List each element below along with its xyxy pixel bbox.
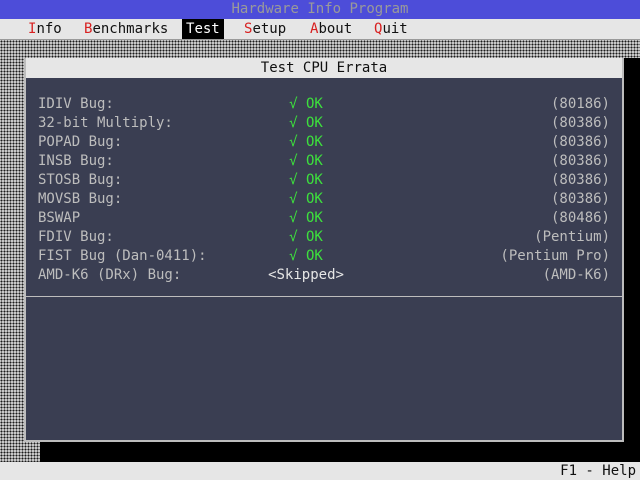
errata-row: 32-bit Multiply: √ OK (80386) bbox=[26, 114, 622, 133]
window-title: Test CPU Errata bbox=[26, 58, 622, 78]
cpu-label: (80386) bbox=[550, 153, 610, 169]
cpu-label: (80186) bbox=[550, 96, 610, 112]
help-hint[interactable]: F1 - Help bbox=[560, 462, 636, 480]
errata-row: MOVSB Bug: √ OK (80386) bbox=[26, 190, 622, 209]
cpu-label: (80386) bbox=[550, 191, 610, 207]
divider bbox=[26, 296, 622, 297]
window-shadow-right bbox=[624, 58, 640, 442]
menu-setup[interactable]: Setup bbox=[240, 19, 290, 39]
test-status: √ OK bbox=[289, 153, 323, 169]
test-name: INSB Bug: bbox=[38, 153, 114, 169]
status-bar: F1 - Help bbox=[0, 462, 640, 480]
menu-quit[interactable]: Quit bbox=[370, 19, 412, 39]
test-name: FIST Bug (Dan-0411): bbox=[38, 248, 207, 264]
test-status: √ OK bbox=[289, 210, 323, 226]
errata-window: Test CPU Errata IDIV Bug: √ OK (80186) 3… bbox=[24, 58, 624, 442]
errata-row: BSWAP √ OK (80486) bbox=[26, 209, 622, 228]
test-name: 32-bit Multiply: bbox=[38, 115, 173, 131]
errata-row: FIST Bug (Dan-0411): √ OK (Pentium Pro) bbox=[26, 247, 622, 266]
test-name: POPAD Bug: bbox=[38, 134, 123, 150]
cpu-label: (80486) bbox=[550, 210, 610, 226]
errata-row: STOSB Bug: √ OK (80386) bbox=[26, 171, 622, 190]
cpu-label: (Pentium) bbox=[534, 229, 610, 245]
menu-info[interactable]: Info bbox=[24, 19, 66, 39]
test-name: FDIV Bug: bbox=[38, 229, 114, 245]
menu-benchmarks[interactable]: Benchmarks bbox=[80, 19, 172, 39]
test-name: AMD-K6 (DRx) Bug: bbox=[38, 267, 182, 283]
errata-row: FDIV Bug: √ OK (Pentium) bbox=[26, 228, 622, 247]
errata-row: IDIV Bug: √ OK (80186) bbox=[26, 95, 622, 114]
test-name: MOVSB Bug: bbox=[38, 191, 123, 207]
window-shadow-bottom bbox=[40, 442, 640, 462]
cpu-label: (AMD-K6) bbox=[542, 267, 610, 283]
app-title-bar: Hardware Info Program bbox=[0, 0, 640, 19]
test-status: √ OK bbox=[289, 172, 323, 188]
test-status: <Skipped> bbox=[268, 267, 344, 283]
cpu-label: (80386) bbox=[550, 134, 610, 150]
test-status: √ OK bbox=[289, 96, 323, 112]
menu-bar: Info Benchmarks Test Setup About Quit bbox=[0, 19, 640, 40]
test-status: √ OK bbox=[289, 191, 323, 207]
errata-row: POPAD Bug: √ OK (80386) bbox=[26, 133, 622, 152]
test-status: √ OK bbox=[289, 229, 323, 245]
test-status: √ OK bbox=[289, 134, 323, 150]
test-status: √ OK bbox=[289, 248, 323, 264]
errata-row: AMD-K6 (DRx) Bug: <Skipped> (AMD-K6) bbox=[26, 266, 622, 285]
test-name: STOSB Bug: bbox=[38, 172, 123, 188]
test-status: √ OK bbox=[289, 115, 323, 131]
test-name: IDIV Bug: bbox=[38, 96, 114, 112]
errata-row: INSB Bug: √ OK (80386) bbox=[26, 152, 622, 171]
cpu-label: (80386) bbox=[550, 115, 610, 131]
app-title: Hardware Info Program bbox=[231, 1, 409, 17]
menu-test[interactable]: Test bbox=[182, 19, 224, 39]
menu-about[interactable]: About bbox=[306, 19, 356, 39]
cpu-label: (80386) bbox=[550, 172, 610, 188]
cpu-label: (Pentium Pro) bbox=[500, 248, 610, 264]
test-name: BSWAP bbox=[38, 210, 81, 226]
